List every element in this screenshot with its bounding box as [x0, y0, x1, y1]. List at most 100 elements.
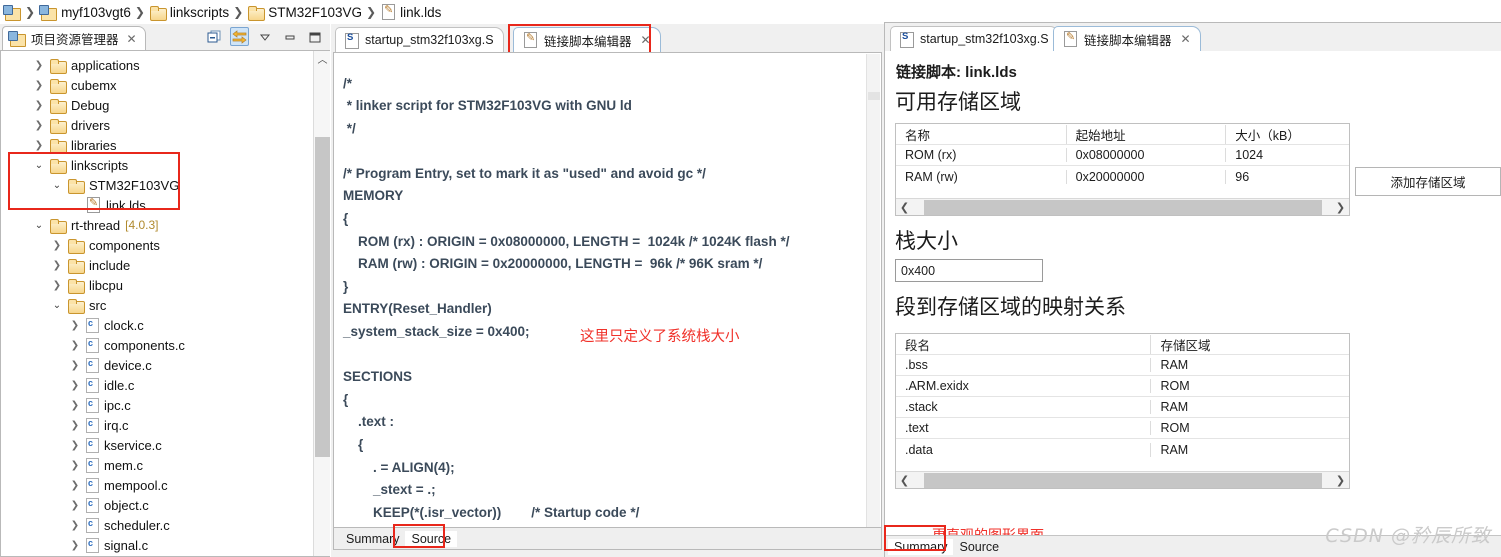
- chevron-right-icon[interactable]: ❯: [69, 540, 81, 551]
- tree-item-link-lds[interactable]: link.lds: [1, 195, 313, 215]
- scrollbar-thumb[interactable]: [923, 472, 1322, 488]
- tree-item-device-c[interactable]: ❯ device.c: [1, 355, 313, 375]
- tree-item-ipc-c[interactable]: ❯ ipc.c: [1, 395, 313, 415]
- tree-item-kservice-c[interactable]: ❯ kservice.c: [1, 435, 313, 455]
- mapping-table-horizontal-scrollbar[interactable]: ❮ ❯: [896, 471, 1349, 488]
- tree-item-object-c[interactable]: ❯ object.c: [1, 495, 313, 515]
- table-row[interactable]: .bss RAM: [896, 355, 1349, 376]
- tree-item-signal-c[interactable]: ❯ signal.c: [1, 535, 313, 555]
- page-tab-summary-right[interactable]: Summary: [888, 539, 954, 555]
- stack-size-input[interactable]: [895, 259, 1043, 282]
- chevron-right-icon[interactable]: ❯: [69, 440, 81, 451]
- chevron-right-icon[interactable]: ❯: [69, 500, 81, 511]
- tree-item-drivers[interactable]: ❯ drivers: [1, 115, 313, 135]
- scrollbar-thumb[interactable]: [868, 92, 880, 100]
- chevron-right-icon[interactable]: ❯: [33, 60, 45, 71]
- tab-startup-asm-right[interactable]: startup_stm32f103xg.S: [890, 26, 1059, 51]
- table-row[interactable]: .stack RAM: [896, 397, 1349, 418]
- table-row[interactable]: ROM (rx) 0x08000000 1024: [896, 145, 1349, 166]
- scroll-right-arrow-icon[interactable]: ❯: [1332, 474, 1349, 487]
- breadcrumb-item-device[interactable]: STM32F103VG: [248, 5, 362, 20]
- collapse-all-icon: [207, 30, 221, 43]
- chevron-right-icon[interactable]: ❯: [69, 360, 81, 371]
- tree-item-stm32f103vg[interactable]: ⌄ STM32F103VG: [1, 175, 313, 195]
- chevron-right-icon[interactable]: ❯: [69, 340, 81, 351]
- tree-item-linkscripts[interactable]: ⌄ linkscripts: [1, 155, 313, 175]
- scrollbar-thumb[interactable]: [315, 137, 330, 457]
- tree-item-mem-c[interactable]: ❯ mem.c: [1, 455, 313, 475]
- tree-item-scheduler-c[interactable]: ❯ scheduler.c: [1, 515, 313, 535]
- memory-table-horizontal-scrollbar[interactable]: ❮ ❯: [896, 198, 1349, 215]
- chevron-right-icon[interactable]: ❯: [33, 100, 45, 111]
- explorer-vertical-scrollbar[interactable]: ︿: [313, 51, 330, 556]
- tab-startup-asm[interactable]: startup_stm32f103xg.S: [335, 27, 504, 52]
- close-icon[interactable]: ✕: [641, 33, 651, 47]
- chevron-right-icon[interactable]: ❯: [69, 460, 81, 471]
- chevron-right-icon[interactable]: ❯: [69, 320, 81, 331]
- tree-item-libraries[interactable]: ❯ libraries: [1, 135, 313, 155]
- chevron-right-icon[interactable]: ❯: [51, 280, 63, 291]
- tree-item-cubemx[interactable]: ❯ cubemx: [1, 75, 313, 95]
- chevron-right-icon[interactable]: ❯: [33, 80, 45, 91]
- editor-text-area[interactable]: /* * linker script for STM32F103VG with …: [333, 52, 882, 528]
- table-row[interactable]: .data RAM: [896, 439, 1349, 460]
- table-row[interactable]: .ARM.exidx ROM: [896, 376, 1349, 397]
- scroll-left-arrow-icon[interactable]: ❮: [896, 474, 913, 487]
- chevron-down-icon[interactable]: ⌄: [51, 300, 63, 311]
- memory-regions-table[interactable]: 名称 起始地址 大小（kB） ROM (rx) 0x08000000 1024 …: [895, 123, 1350, 216]
- tree-item-applications[interactable]: ❯ applications: [1, 55, 313, 75]
- collapse-all-button[interactable]: [205, 27, 224, 46]
- tree-item-clock-c[interactable]: ❯ clock.c: [1, 315, 313, 335]
- tree-item-debug[interactable]: ❯ Debug: [1, 95, 313, 115]
- link-with-editor-button[interactable]: [230, 27, 249, 46]
- minimize-button[interactable]: [280, 27, 299, 46]
- scroll-right-arrow-icon[interactable]: ❯: [1332, 201, 1349, 214]
- tree-item-irq-c[interactable]: ❯ irq.c: [1, 415, 313, 435]
- table-row[interactable]: RAM (rw) 0x20000000 96: [896, 166, 1349, 187]
- chevron-right-icon[interactable]: ❯: [33, 140, 45, 151]
- scroll-up-arrow-icon[interactable]: ︿: [314, 53, 330, 69]
- maximize-button[interactable]: [305, 27, 324, 46]
- chevron-right-icon[interactable]: ❯: [69, 420, 81, 431]
- tree-item-components-c[interactable]: ❯ components.c: [1, 335, 313, 355]
- add-memory-region-button[interactable]: 添加存储区域: [1355, 167, 1501, 196]
- folder-icon: [50, 158, 66, 172]
- view-menu-button[interactable]: [255, 27, 274, 46]
- table-row[interactable]: .text ROM: [896, 418, 1349, 439]
- page-tab-source-right[interactable]: Source: [953, 539, 1005, 555]
- scrollbar-thumb[interactable]: [923, 199, 1322, 215]
- tab-linker-script-editor-right[interactable]: 链接脚本编辑器 ✕: [1053, 26, 1201, 51]
- close-icon[interactable]: ✕: [127, 32, 137, 46]
- tree-item-libcpu[interactable]: ❯ libcpu: [1, 275, 313, 295]
- scroll-left-arrow-icon[interactable]: ❮: [896, 201, 913, 214]
- section-mapping-table[interactable]: 段名 存储区域 .bss RAM .ARM.exidx ROM .stack R…: [895, 333, 1350, 489]
- tree-item-rt-thread[interactable]: ⌄ rt-thread [4.0.3]: [1, 215, 313, 235]
- page-tab-source[interactable]: Source: [405, 530, 458, 547]
- tree-item-include[interactable]: ❯ include: [1, 255, 313, 275]
- editor-vertical-scrollbar[interactable]: [866, 54, 880, 527]
- chevron-right-icon[interactable]: ❯: [33, 120, 45, 131]
- chevron-down-icon[interactable]: ⌄: [51, 180, 63, 191]
- explorer-tree-container[interactable]: ❯ applications ❯ cubemx ❯ Debug ❯ drivers ❯ libra…: [0, 50, 330, 557]
- chevron-right-icon[interactable]: ❯: [69, 400, 81, 411]
- chevron-right-icon[interactable]: ❯: [51, 240, 63, 251]
- chevron-right-icon[interactable]: ❯: [69, 380, 81, 391]
- tree-item-idle-c[interactable]: ❯ idle.c: [1, 375, 313, 395]
- tree-item-src[interactable]: ⌄ src: [1, 295, 313, 315]
- chevron-right-icon[interactable]: ❯: [69, 480, 81, 491]
- chevron-down-icon[interactable]: ⌄: [33, 220, 45, 231]
- chevron-right-icon[interactable]: ❯: [69, 520, 81, 531]
- breadcrumb-item-linkscripts[interactable]: linkscripts: [149, 5, 229, 20]
- tree-item-components[interactable]: ❯ components: [1, 235, 313, 255]
- breadcrumb-item-file[interactable]: link.lds: [381, 4, 441, 20]
- page-tab-summary[interactable]: Summary: [340, 531, 405, 547]
- linker-script-form-window: startup_stm32f103xg.S 链接脚本编辑器 ✕ 链接脚本: li…: [884, 22, 1501, 557]
- close-icon[interactable]: ✕: [1181, 32, 1191, 46]
- tree-item-mempool-c[interactable]: ❯ mempool.c: [1, 475, 313, 495]
- chevron-down-icon[interactable]: ⌄: [33, 160, 45, 171]
- chevron-right-icon[interactable]: ❯: [51, 260, 63, 271]
- breadcrumb-item-project[interactable]: myf103vgt6: [39, 4, 131, 21]
- tab-project-explorer[interactable]: 项目资源管理器 ✕: [2, 26, 146, 50]
- tab-linker-script-editor[interactable]: 链接脚本编辑器 ✕: [513, 27, 661, 52]
- explorer-tab-row: 项目资源管理器 ✕: [0, 24, 330, 50]
